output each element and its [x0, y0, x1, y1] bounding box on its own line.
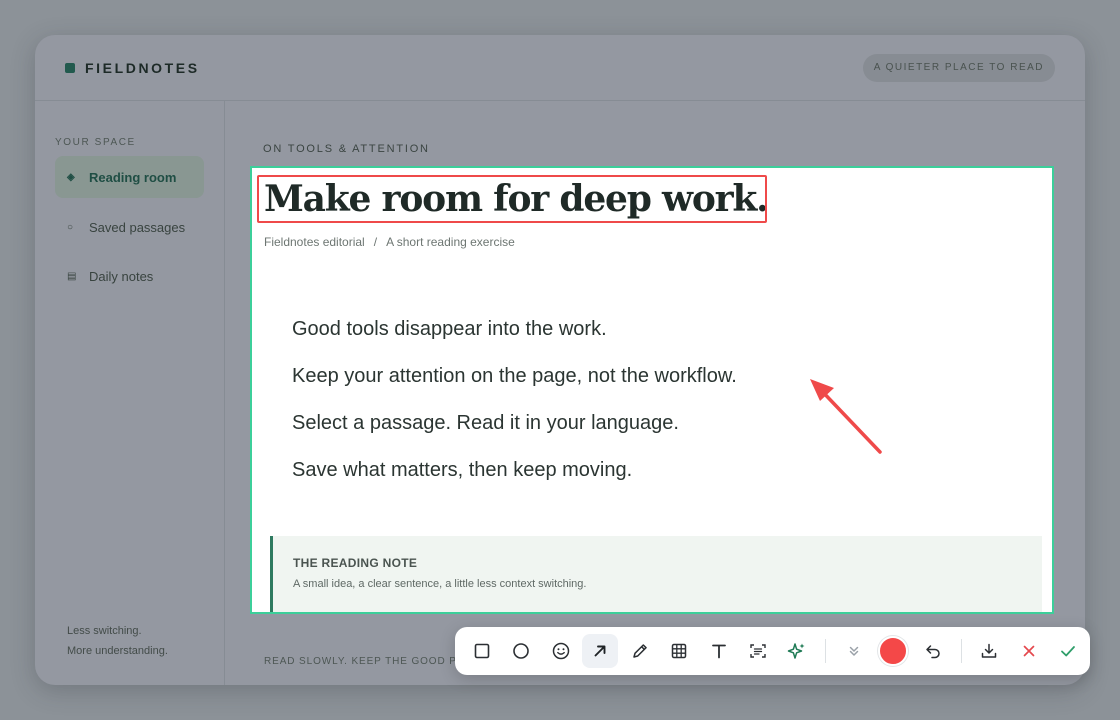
check-icon: [1061, 646, 1076, 657]
sidebar-item-daily-notes[interactable]: ▤ Daily notes: [55, 255, 204, 297]
download-icon: [982, 643, 997, 658]
color-picker[interactable]: [876, 634, 911, 668]
sparkle-icon: [788, 643, 805, 659]
cancel-button[interactable]: [1011, 634, 1046, 668]
circle-icon: [513, 643, 530, 659]
article-line: Good tools disappear into the work.: [292, 318, 607, 340]
article-byline: Fieldnotes editorial / A short reading exe…: [264, 235, 515, 249]
notes-icon: ▤: [67, 270, 77, 282]
reading-note: THE READING NOTE A small idea, a clear s…: [270, 536, 1042, 612]
article-body: Good tools disappear into the work. Keep…: [292, 318, 737, 506]
collapse-button[interactable]: [836, 634, 871, 668]
scan-text-icon: [750, 644, 766, 658]
circle-icon: ○: [67, 221, 74, 233]
annotation-toolbar: [455, 627, 1090, 675]
sidebar-footer-line: More understanding.: [67, 645, 168, 657]
text-icon: [711, 644, 726, 659]
article-line: Save what matters, then keep moving.: [292, 459, 633, 481]
byline-separator: /: [373, 235, 378, 249]
reading-note-title: THE READING NOTE: [293, 556, 418, 570]
download-button[interactable]: [972, 634, 1007, 668]
diamond-icon: ◈: [67, 171, 75, 183]
grid-icon: [671, 643, 687, 659]
article-line: Select a passage. Read it in your langua…: [292, 412, 679, 434]
sidebar-item-label: Daily notes: [89, 268, 154, 284]
sidebar-item-label: Saved passages: [89, 219, 186, 235]
brand-logo-icon: [65, 63, 75, 73]
undo-icon: [926, 645, 940, 659]
pen-tool[interactable]: [622, 634, 657, 668]
close-icon: [1023, 645, 1035, 657]
toolbar-divider: [825, 639, 827, 663]
smiley-icon: [552, 642, 569, 660]
reading-note-body: A small idea, a clear sentence, a little…: [293, 578, 587, 590]
arrow-up-right-icon: [594, 645, 606, 657]
arrow-tool[interactable]: [582, 634, 618, 668]
sidebar-footer: Less switching. More understanding.: [67, 621, 168, 661]
ai-tool[interactable]: [780, 634, 815, 668]
text-tool[interactable]: [701, 634, 736, 668]
mosaic-tool[interactable]: [661, 634, 696, 668]
byline-subtitle: A short reading exercise: [386, 235, 515, 249]
sidebar-item-saved-passages[interactable]: ○ Saved passages: [55, 206, 204, 248]
brand[interactable]: FIELDNOTES: [65, 60, 200, 76]
tagline-badge: A QUIETER PLACE TO READ: [862, 54, 1055, 82]
brand-name: FIELDNOTES: [85, 60, 200, 76]
chevron-double-down-icon: [849, 646, 859, 656]
byline-author: Fieldnotes editorial: [264, 235, 365, 249]
sidebar-item-label: Reading room: [89, 169, 177, 185]
capture-selection[interactable]: Make room for deep work. Fieldnotes edit…: [250, 166, 1054, 614]
undo-button[interactable]: [915, 634, 950, 668]
top-bar: FIELDNOTES A QUIETER PLACE TO READ: [35, 35, 1085, 101]
emoji-tool[interactable]: [543, 634, 578, 668]
sidebar: YOUR SPACE ◈ Reading room ○ Saved passag…: [35, 101, 225, 685]
article-line: Keep your attention on the page, not the…: [292, 365, 737, 387]
sidebar-heading: YOUR SPACE: [55, 137, 136, 148]
current-color-swatch: [878, 636, 909, 666]
confirm-button[interactable]: [1051, 634, 1086, 668]
square-icon: [474, 643, 490, 659]
pencil-icon: [632, 644, 647, 658]
toolbar-divider: [960, 639, 962, 663]
rectangle-tool[interactable]: [464, 634, 499, 668]
sidebar-footer-line: Less switching.: [67, 625, 142, 637]
ocr-tool[interactable]: [740, 634, 775, 668]
ellipse-tool[interactable]: [503, 634, 538, 668]
article-eyebrow: ON TOOLS & ATTENTION: [263, 143, 430, 155]
sidebar-item-reading-room[interactable]: ◈ Reading room: [55, 156, 204, 198]
annotation-rectangle[interactable]: [257, 175, 767, 223]
